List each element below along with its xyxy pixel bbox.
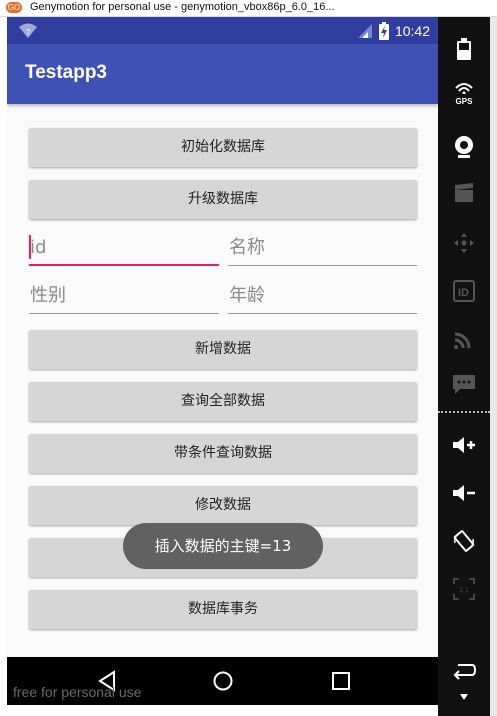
name-underline [228,265,417,266]
transaction-button[interactable]: 数据库事务 [29,590,417,629]
android-back-tool[interactable] [448,655,480,687]
volume-down-tool[interactable] [448,477,480,509]
home-icon [213,671,233,691]
webcam-tool[interactable] [448,131,480,163]
recents-button[interactable] [325,665,357,697]
modify-data-button[interactable]: 修改数据 [29,486,417,525]
side-toolbar: GPS ID 1:1 [438,17,490,716]
genymotion-logo: GO [6,2,22,13]
home-button[interactable] [207,665,239,697]
query-all-button[interactable]: 查询全部数据 [29,382,417,421]
dpad-icon [454,233,474,253]
device-screen: ? 10:42 Testapp3 初始化数据库 升级数据库 id 名称 性别 年… [7,17,438,657]
svg-text:1:1: 1:1 [459,587,469,594]
svg-text:ID: ID [458,287,469,299]
gender-field[interactable] [29,280,220,314]
status-bar: ? 10:42 [7,17,438,44]
id-underline [29,264,219,266]
age-field[interactable] [228,280,418,314]
id-input[interactable] [29,232,220,262]
clock: 10:42 [394,23,430,39]
battery-charging-icon [378,22,389,40]
return-icon [453,664,476,680]
toolbar-separator [438,411,490,413]
recents-icon [332,672,350,690]
window-title-bar: GO Genymotion for personal use - genymot… [0,0,497,17]
toolbar-scroll-down[interactable] [448,687,480,707]
webcam-icon [455,136,473,158]
capture-tool[interactable] [448,177,480,209]
scale-tool[interactable]: 1:1 [448,573,480,605]
query-conditional-button[interactable]: 带条件查询数据 [29,434,417,473]
caret-down-icon [460,694,468,700]
text-cursor [29,235,31,259]
volume-down-icon [453,485,475,501]
main-content: 初始化数据库 升级数据库 新增数据 查询全部数据 带条件查询数据 修改数据 数据… [7,104,438,657]
id-icon: ID [453,280,475,302]
battery-icon [457,38,471,60]
window-title: Genymotion for personal use - genymotion… [30,1,335,13]
gps-label: GPS [455,97,473,106]
sms-tool[interactable] [448,369,480,401]
wifi-icon: ? [19,23,37,38]
gps-icon [455,83,473,94]
toast-message: 插入数据的主键=13 [123,523,323,569]
volume-up-icon [453,437,475,453]
chat-icon [453,375,475,394]
rotate-tool[interactable] [448,525,480,557]
gender-underline [29,313,219,314]
age-input[interactable] [228,280,418,310]
scale-icon: 1:1 [453,578,475,600]
rotate-icon [453,530,475,552]
upgrade-db-button[interactable]: 升级数据库 [29,180,417,219]
battery-tool[interactable] [448,33,480,65]
watermark: free for personal use [13,684,142,700]
add-data-button[interactable]: 新增数据 [29,330,417,369]
svg-text:?: ? [26,28,31,37]
app-title: Testapp3 [25,62,108,83]
id-field[interactable] [29,232,220,266]
age-underline [228,313,417,314]
gender-input[interactable] [29,280,220,310]
volume-up-tool[interactable] [448,429,480,461]
name-input[interactable] [228,232,418,262]
name-field[interactable] [228,232,418,266]
device-id-tool[interactable]: ID [448,275,480,307]
cast-icon [454,332,471,349]
init-db-button[interactable]: 初始化数据库 [29,128,417,167]
app-bar: Testapp3 [7,44,438,104]
dpad-tool[interactable] [448,227,480,259]
window-scrollbar[interactable] [490,17,497,716]
cell-signal-icon [357,24,372,38]
cast-tool[interactable] [448,323,480,355]
clapperboard-icon [455,183,473,202]
